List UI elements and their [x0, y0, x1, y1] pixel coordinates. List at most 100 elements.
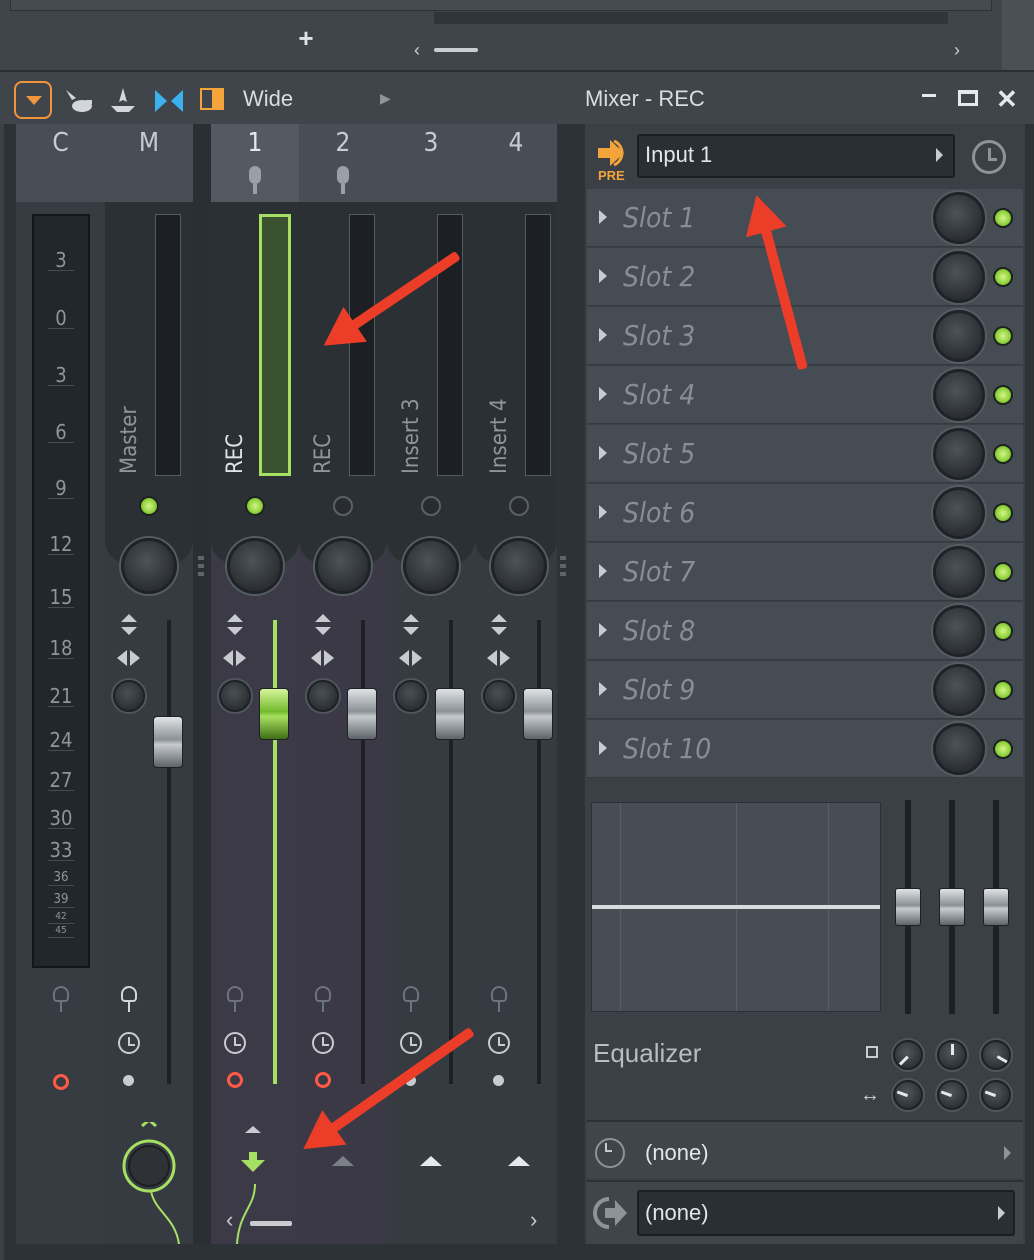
strip-master[interactable]: M Master: [105, 124, 193, 1244]
slot-mix-knob[interactable]: [933, 723, 985, 775]
latency-icon[interactable]: [972, 140, 1006, 174]
fx-disabled-icon[interactable]: [51, 984, 71, 1014]
eq-freq-high-knob[interactable]: [981, 1040, 1011, 1070]
strip-name[interactable]: Insert 4: [487, 398, 512, 474]
stereo-icon[interactable]: [487, 648, 511, 668]
expand-arrow-icon[interactable]: [599, 682, 607, 696]
swap-icon[interactable]: [491, 614, 507, 636]
slot-label[interactable]: Slot 6: [623, 496, 695, 529]
stereo-separation-knob[interactable]: [113, 680, 145, 712]
slot-mix-knob[interactable]: [933, 605, 985, 657]
fx-disabled-icon[interactable]: [225, 984, 245, 1014]
scroll-right-icon[interactable]: ›: [530, 1207, 537, 1233]
expand-arrow-icon[interactable]: [599, 328, 607, 342]
effect-slot[interactable]: Slot 9: [587, 661, 1023, 719]
slot-enable-led[interactable]: [993, 503, 1013, 523]
effect-slot[interactable]: Slot 8: [587, 602, 1023, 660]
expand-arrow-icon[interactable]: [599, 387, 607, 401]
slot-mix-knob[interactable]: [933, 428, 985, 480]
pan-knob[interactable]: [121, 538, 177, 594]
strip-header[interactable]: 3: [387, 124, 475, 202]
volume-fader-track[interactable]: [167, 620, 171, 1084]
effect-slot[interactable]: Slot 6: [587, 484, 1023, 542]
swap-icon[interactable]: [227, 614, 243, 636]
volume-fader[interactable]: [435, 688, 465, 740]
strip-name[interactable]: REC: [223, 434, 248, 474]
strip-header[interactable]: 1: [211, 124, 299, 202]
mute-led[interactable]: [509, 496, 529, 516]
strip-name[interactable]: REC: [311, 434, 336, 474]
slot-label[interactable]: Slot 3: [623, 319, 695, 352]
record-arm-button[interactable]: [53, 1074, 69, 1090]
resize-grip[interactable]: [560, 556, 566, 576]
strip-current[interactable]: C 3 0 3 6 9 12 15 18 21 24 27 30 33 36 39 42 45: [16, 124, 105, 1244]
swap-icon[interactable]: [121, 614, 137, 636]
add-icon[interactable]: +: [294, 25, 318, 51]
expand-arrow-icon[interactable]: [599, 446, 607, 460]
strip-header[interactable]: 2: [299, 124, 387, 202]
chevron-right-icon[interactable]: [1004, 1146, 1011, 1160]
latency-icon[interactable]: [224, 1032, 246, 1054]
effect-slot[interactable]: Slot 5: [587, 425, 1023, 483]
slot-enable-led[interactable]: [993, 326, 1013, 346]
stereo-icon[interactable]: [399, 648, 423, 668]
minimize-button[interactable]: [920, 84, 940, 104]
pan-knob[interactable]: [403, 538, 459, 594]
effect-slot[interactable]: Slot 4: [587, 366, 1023, 424]
mixer-menu-button[interactable]: [14, 81, 52, 119]
record-arm-button[interactable]: [315, 1072, 331, 1088]
scroll-thumb[interactable]: [250, 1221, 292, 1226]
effect-slot[interactable]: Slot 1: [587, 189, 1023, 247]
pan-knob[interactable]: [227, 538, 283, 594]
scroll-left-icon[interactable]: ‹: [226, 1207, 233, 1233]
slot-label[interactable]: Slot 7: [623, 555, 695, 588]
scroll-left-icon[interactable]: ‹: [414, 40, 420, 61]
eq-bw-low-knob[interactable]: [893, 1080, 923, 1110]
master-route-knob[interactable]: [115, 1122, 185, 1244]
slot-mix-knob[interactable]: [933, 369, 985, 421]
stereo-icon[interactable]: [117, 648, 141, 668]
eq-band-mid-fader[interactable]: [939, 888, 965, 926]
strip-header[interactable]: 4: [475, 124, 557, 202]
time-offset-row[interactable]: (none): [587, 1120, 1023, 1178]
slot-label[interactable]: Slot 10: [623, 732, 711, 765]
scroll-right-icon[interactable]: ›: [954, 40, 960, 61]
chevron-right-icon[interactable]: [998, 1206, 1005, 1220]
audio-output-value[interactable]: (none): [645, 1200, 709, 1226]
route-up-icon[interactable]: [332, 1156, 354, 1166]
strip-insert-1[interactable]: 1 REC: [211, 124, 299, 1244]
volume-fader[interactable]: [523, 688, 553, 740]
vertical-scrollbar[interactable]: [1002, 0, 1034, 70]
slot-mix-knob[interactable]: [933, 487, 985, 539]
slot-enable-led[interactable]: [993, 444, 1013, 464]
horizontal-scroll-thumb[interactable]: [434, 48, 478, 52]
routing-icon[interactable]: [107, 86, 139, 116]
record-arm-button[interactable]: [227, 1072, 243, 1088]
eq-band-high-fader[interactable]: [983, 888, 1009, 926]
strip-insert-2[interactable]: 2 REC: [299, 124, 387, 1244]
strip-insert-4[interactable]: 4 Insert 4: [475, 124, 557, 1244]
strip-name[interactable]: Insert 3: [399, 398, 424, 474]
record-arm-dot[interactable]: [123, 1075, 134, 1086]
pan-knob[interactable]: [491, 538, 547, 594]
slot-mix-knob[interactable]: [933, 251, 985, 303]
slot-label[interactable]: Slot 4: [623, 378, 695, 411]
slot-enable-led[interactable]: [993, 267, 1013, 287]
stereo-icon[interactable]: [223, 648, 247, 668]
fx-disabled-icon[interactable]: [401, 984, 421, 1014]
resize-grip[interactable]: [198, 556, 204, 576]
expand-arrow-icon[interactable]: [599, 210, 607, 224]
swap-icon[interactable]: [315, 614, 331, 636]
slot-enable-led[interactable]: [993, 621, 1013, 641]
slot-enable-led[interactable]: [993, 385, 1013, 405]
multi-link-icon[interactable]: [153, 86, 185, 116]
effect-slot[interactable]: Slot 7: [587, 543, 1023, 601]
route-up-icon[interactable]: [508, 1156, 530, 1166]
eq-freq-low-knob[interactable]: [893, 1040, 923, 1070]
expand-arrow-icon[interactable]: [599, 623, 607, 637]
width-mode-label[interactable]: Wide: [243, 86, 293, 112]
slot-label[interactable]: Slot 2: [623, 260, 695, 293]
mute-led[interactable]: [245, 496, 265, 516]
stereo-separation-knob[interactable]: [307, 680, 339, 712]
effect-slot[interactable]: Slot 2: [587, 248, 1023, 306]
